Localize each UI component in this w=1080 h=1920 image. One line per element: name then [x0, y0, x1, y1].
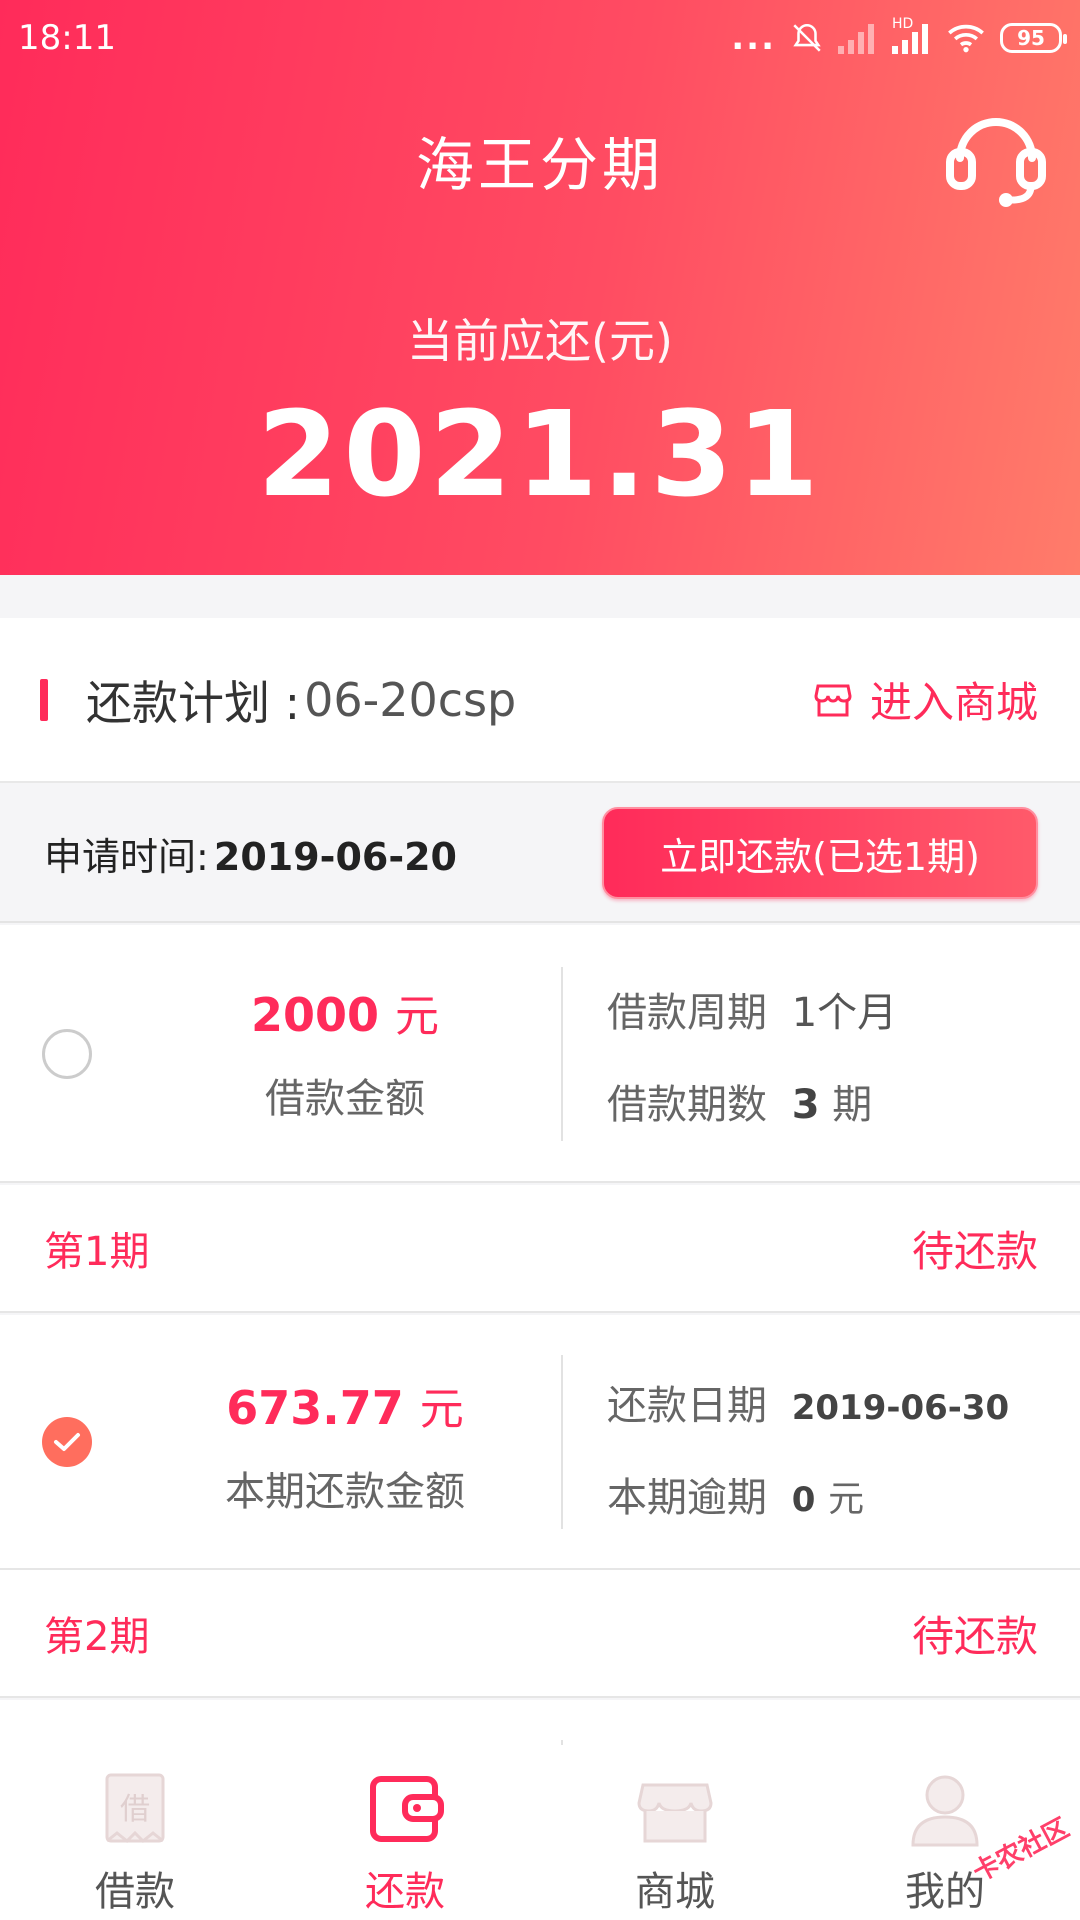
period-name: 第1期 — [44, 1229, 150, 1275]
bell-muted-icon — [793, 23, 821, 52]
battery-icon: 95 — [1000, 23, 1067, 53]
status-time: 18:11 — [18, 18, 116, 58]
period-select-checkbox[interactable] — [42, 1417, 92, 1467]
plan-title: 还款计划 : 06-20csp — [40, 667, 516, 733]
wallet-icon — [370, 1776, 444, 1842]
shop-icon — [814, 684, 852, 716]
borrow-icon: 借 — [105, 1773, 165, 1844]
status-icons: ... HD 95 — [731, 16, 1067, 58]
loan-amount-unit: 元 — [395, 991, 440, 1042]
tab-borrow-label: 借款 — [95, 1869, 175, 1915]
enter-mall-link[interactable]: 进入商城 — [814, 669, 1038, 730]
section-accent-bar — [40, 678, 48, 721]
repay-date-label: 还款日期 — [607, 1383, 767, 1429]
signal-hd-icon: HD — [892, 16, 932, 54]
loan-cycle-line: 借款周期 1个月 — [607, 980, 897, 1038]
loan-amount: 2000 元 — [130, 980, 560, 1044]
loan-count-value: 3 — [791, 1082, 820, 1128]
customer-service-button[interactable] — [940, 100, 1052, 212]
period-details: 还款日期 2019-06-30 本期逾期 0 元 — [607, 1373, 1009, 1557]
period-amount-block: 673.77 元 本期还款金额 — [130, 1373, 560, 1517]
card-divider — [561, 967, 563, 1141]
card-divider — [561, 1355, 563, 1529]
period-row[interactable]: 第2期 待还款 — [0, 1570, 1080, 1698]
tab-borrow[interactable]: 借 借款 — [0, 1745, 270, 1920]
wifi-icon — [948, 24, 984, 53]
plan-code: 06-20csp — [304, 672, 517, 727]
repay-now-button[interactable]: 立即还款(已选1期) — [602, 807, 1038, 899]
app-title: 海王分期 — [415, 131, 664, 199]
borrow-icon-glyph: 借 — [120, 1792, 150, 1827]
user-icon — [911, 1775, 979, 1847]
apply-info-row: 申请时间: 2019-06-20 立即还款(已选1期) — [0, 785, 1080, 923]
headset-icon — [946, 118, 1046, 207]
store-icon — [637, 1783, 713, 1843]
period-amount-label: 本期还款金额 — [225, 1469, 465, 1515]
overdue-value: 0 — [791, 1480, 816, 1520]
overdue-line: 本期逾期 0 元 — [607, 1465, 1009, 1523]
due-amount-value: 2021.31 — [257, 385, 823, 523]
loan-cycle-label: 借款周期 — [607, 990, 767, 1036]
bottom-tab-bar: 借 借款 还款 商城 我的 — [0, 1745, 1080, 1920]
overdue-unit: 元 — [828, 1479, 865, 1520]
tab-repay[interactable]: 还款 — [270, 1745, 540, 1920]
loan-amount-value: 2000 — [250, 988, 379, 1042]
apply-time-value: 2019-06-20 — [213, 834, 457, 879]
period-row[interactable]: 第1期 待还款 — [0, 1185, 1080, 1313]
period-status: 待还款 — [911, 1611, 1038, 1661]
loan-count-unit: 期 — [832, 1082, 873, 1128]
repayment-plan-header: 还款计划 : 06-20csp 进入商城 — [0, 618, 1080, 783]
period-amount-value: 673.77 — [226, 1381, 404, 1435]
header-banner: 18:11 ... HD 95 海王分期 当前应还(元) 2021.31 — [0, 0, 1080, 575]
period-amount: 673.77 元 — [130, 1373, 560, 1437]
loan-details: 借款周期 1个月 借款期数 3 期 — [607, 980, 897, 1164]
loan-summary-card: 2000 元 借款金额 借款周期 1个月 借款期数 3 期 — [0, 925, 1080, 1183]
period-amount-unit: 元 — [419, 1384, 464, 1435]
period-name: 第2期 — [44, 1614, 150, 1660]
repay-date-value: 2019-06-30 — [791, 1388, 1010, 1428]
repay-date-line: 还款日期 2019-06-30 — [607, 1373, 1009, 1431]
overdue-label: 本期逾期 — [607, 1475, 767, 1521]
period-status: 待还款 — [911, 1226, 1038, 1276]
hd-label: HD — [892, 16, 914, 32]
loan-count-label: 借款期数 — [607, 1082, 767, 1128]
loan-select-radio[interactable] — [42, 1029, 92, 1079]
loan-amount-block: 2000 元 借款金额 — [130, 980, 560, 1124]
loan-count-line: 借款期数 3 期 — [607, 1072, 897, 1130]
tab-repay-label: 还款 — [365, 1869, 445, 1915]
loan-amount-label: 借款金额 — [265, 1076, 425, 1122]
more-dots-icon: ... — [731, 18, 776, 58]
enter-mall-label: 进入商城 — [869, 678, 1038, 727]
apply-time: 申请时间: 2019-06-20 — [44, 826, 457, 881]
apply-time-label: 申请时间: — [44, 834, 209, 879]
status-bar: 18:11 ... HD 95 — [0, 0, 1080, 76]
loan-cycle-value: 1个月 — [791, 990, 898, 1036]
tab-mall[interactable]: 商城 — [540, 1745, 810, 1920]
tab-mall-label: 商城 — [635, 1869, 715, 1915]
check-icon — [54, 1433, 80, 1451]
signal-weak-icon — [838, 24, 874, 54]
period-detail-card: 673.77 元 本期还款金额 还款日期 2019-06-30 本期逾期 0 元 — [0, 1315, 1080, 1570]
due-amount-label: 当前应还(元) — [407, 314, 673, 368]
plan-title-label: 还款计划 : — [86, 675, 301, 730]
next-card-partial — [0, 1700, 1080, 1745]
